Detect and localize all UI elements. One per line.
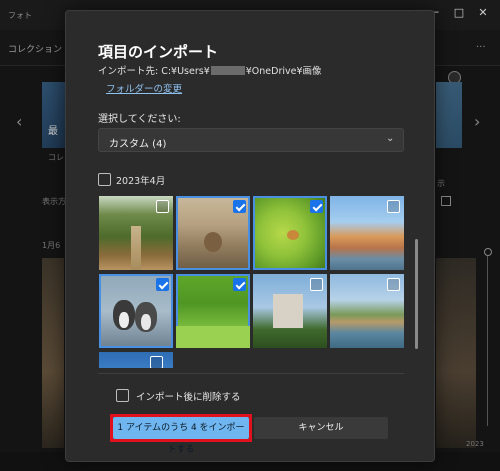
grid-view-icon[interactable] [441,196,451,206]
photo-thumbnail-castle[interactable] [253,274,327,348]
year-label: 2023 [466,440,484,448]
change-folder-link[interactable]: フォルダーの変更 [106,81,182,95]
thumbnail-checkbox[interactable] [156,278,169,291]
divider [98,373,404,374]
dialog-title: 項目のインポート [98,43,219,61]
photo-thumbnail-forest[interactable] [99,196,173,270]
photo-thumbnail-park[interactable] [176,274,250,348]
scroll-track [487,256,488,426]
view-label: 表示方 [42,197,66,206]
photo-thumbnail-partial[interactable] [99,352,173,368]
dropdown-value: カスタム (4) [109,139,167,150]
cancel-button[interactable]: キャンセル [254,417,388,439]
scroll-thumb[interactable] [484,248,492,256]
banner-image-right [436,82,462,148]
photo-thumbnail-venice[interactable] [330,196,404,270]
thumbnail-checkbox[interactable] [156,200,169,213]
photo-thumbnail-penguins[interactable] [99,274,173,348]
redacted-username [210,66,245,75]
destination-path: インポート先: C:¥Users¥ ¥OneDrive¥画像 [98,63,322,77]
selection-dropdown[interactable]: カスタム (4) ⌄ [98,128,404,152]
grid-scrollbar[interactable] [415,239,418,349]
delete-after-import-label: インポート後に削除する [136,392,241,403]
photo-thumbnail-otter[interactable] [176,196,250,270]
close-button[interactable]: ✕ [473,4,493,22]
thumbnail-checkbox[interactable] [233,200,246,213]
banner-caption: コレ [48,153,64,162]
thumbnail-checkbox[interactable] [233,278,246,291]
chevron-left-icon[interactable]: ‹ [16,112,22,131]
destination-prefix: インポート先: C:¥Users¥ [98,66,210,77]
import-dialog: 項目のインポート インポート先: C:¥Users¥ ¥OneDrive¥画像 フ… [65,10,435,462]
thumbnail-checkbox[interactable] [310,200,323,213]
delete-after-import-checkbox[interactable] [116,389,129,402]
more-options-icon[interactable]: ··· [476,42,486,53]
select-label: 選択してください: [98,114,181,125]
timeline-scrollbar[interactable] [483,248,493,448]
thumbnail-checkbox[interactable] [150,356,163,368]
tab-collection[interactable]: コレクション [8,42,62,55]
import-button[interactable]: 1 アイテムのうち 4 をインポートする [113,417,249,455]
thumbnail-checkbox[interactable] [387,278,400,291]
photo-thumbnail-bird[interactable] [253,196,327,270]
background-photo [436,258,476,448]
thumbnail-checkbox[interactable] [310,278,323,291]
photo-thumbnail-canal[interactable] [330,274,404,348]
maximize-button[interactable]: □ [449,4,469,22]
group-date-label: 2023年4月 [116,176,166,187]
chevron-down-icon: ⌄ [386,133,395,144]
app-title: フォト [8,11,32,20]
date-label: 1月6 [42,241,61,250]
destination-suffix: ¥OneDrive¥画像 [245,66,322,77]
group-select-checkbox[interactable] [98,173,111,186]
thumbnail-checkbox[interactable] [387,200,400,213]
background-photo [42,258,64,448]
banner-text: 最 [48,126,58,137]
chevron-right-icon[interactable]: › [474,112,480,131]
view-option-label: 示 [437,179,445,188]
